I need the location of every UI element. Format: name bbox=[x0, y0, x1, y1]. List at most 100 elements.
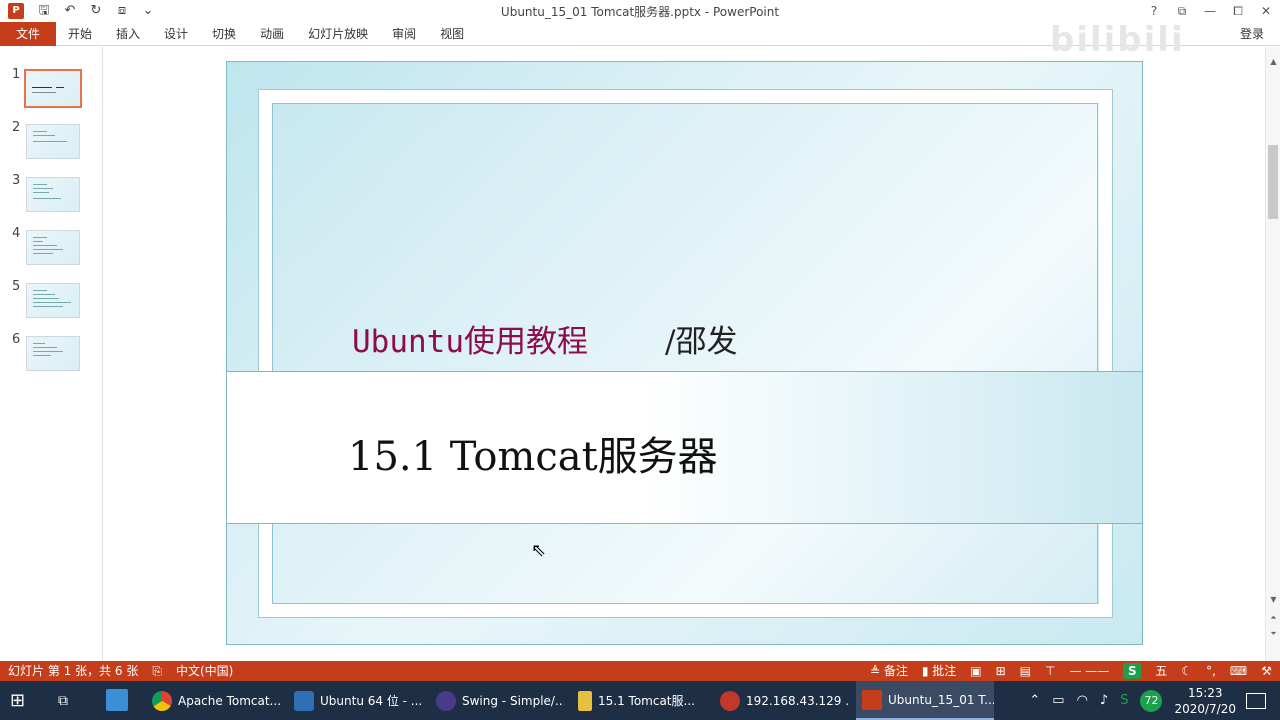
taskbar-item-chrome[interactable]: Apache Tomcat... bbox=[146, 681, 280, 720]
language-indicator[interactable]: 中文(中国) bbox=[176, 661, 233, 681]
taskbar-item-label: 192.168.43.129 ... bbox=[746, 693, 848, 708]
zoom-slider[interactable]: — —— bbox=[1069, 661, 1109, 681]
tab-insert[interactable]: 插入 bbox=[104, 22, 152, 46]
chrome-icon bbox=[152, 690, 172, 711]
settings-wrench-icon[interactable]: ⚒ bbox=[1261, 661, 1272, 681]
slide-thumbnail[interactable]: 5 bbox=[0, 279, 103, 319]
slide-thumbnail-preview[interactable] bbox=[24, 69, 82, 108]
slide-author[interactable]: /邵发 bbox=[665, 316, 737, 361]
powerpoint-taskbar-icon bbox=[862, 689, 882, 710]
slide-sorter-icon[interactable]: ⊞ bbox=[996, 661, 1006, 681]
slide-thumbnail-preview[interactable] bbox=[26, 177, 80, 212]
slide-thumbnail-preview[interactable] bbox=[26, 124, 80, 159]
wifi-icon[interactable]: ◠ bbox=[1077, 693, 1088, 708]
tab-view[interactable]: 视图 bbox=[428, 22, 476, 46]
notes-button[interactable]: ≜ 备注 bbox=[870, 661, 908, 681]
tab-review[interactable]: 审阅 bbox=[380, 22, 428, 46]
status-bar: 幻灯片 第 1 张，共 6 张 ⎘ 中文(中国) ≜ 备注 ▮ 批注 ▣ ⊞ ▤… bbox=[0, 661, 1280, 681]
slide-title[interactable]: 15.1 Tomcat服务器 bbox=[348, 424, 718, 482]
taskbar-item-label: Ubuntu 64 位 - ... bbox=[320, 694, 422, 708]
taskbar-item-eclipse[interactable]: Swing - Simple/... bbox=[430, 681, 564, 720]
tab-home[interactable]: 开始 bbox=[56, 22, 104, 46]
taskbar-item-label: Ubuntu_15_01 T... bbox=[888, 692, 994, 707]
spellcheck-icon[interactable]: ⎘ bbox=[152, 661, 162, 681]
tray-badge[interactable]: 72 bbox=[1140, 689, 1163, 712]
tray-expand-icon[interactable]: ⌃ bbox=[1029, 693, 1040, 708]
scrollbar-thumb[interactable] bbox=[1268, 145, 1278, 219]
comments-button[interactable]: ▮ 批注 bbox=[922, 661, 956, 681]
reading-view-icon[interactable]: ▤ bbox=[1020, 661, 1031, 681]
slideshow-view-icon[interactable]: ⊤ bbox=[1045, 661, 1055, 681]
ime-badge[interactable]: S bbox=[1123, 663, 1142, 679]
slide-number: 1 bbox=[12, 67, 21, 82]
task-view-icon[interactable]: ⧉ bbox=[58, 691, 78, 711]
clock-date: 2020/7/20 bbox=[1174, 701, 1236, 716]
help-icon[interactable]: ? bbox=[1140, 0, 1168, 22]
battery-icon[interactable]: ▭ bbox=[1052, 693, 1064, 708]
taskbar-item-remote[interactable]: 192.168.43.129 ... bbox=[714, 681, 848, 720]
clock-time: 15:23 bbox=[1187, 685, 1223, 700]
scroll-up-icon[interactable]: ▲ bbox=[1266, 57, 1280, 66]
ime-mode[interactable]: 五 bbox=[1155, 661, 1167, 681]
minimize-icon[interactable]: — bbox=[1196, 0, 1224, 22]
previous-slide-icon[interactable]: ⏶ bbox=[1266, 613, 1280, 623]
comments-label: 批注 bbox=[932, 664, 957, 678]
normal-view-icon[interactable]: ▣ bbox=[970, 661, 981, 681]
slide-thumbnail[interactable]: 3 bbox=[0, 173, 103, 213]
slide-number: 4 bbox=[12, 226, 21, 241]
slide-thumbnail[interactable]: 6 bbox=[0, 332, 103, 372]
punctuation-icon[interactable]: °, bbox=[1206, 661, 1216, 681]
vertical-scrollbar[interactable]: ▲ ▼ ⏶ ⏷ bbox=[1265, 47, 1280, 661]
slide-thumbnail[interactable]: 2 bbox=[0, 120, 103, 160]
notes-label: 备注 bbox=[883, 664, 908, 678]
slide-subtitle[interactable]: Ubuntu使用教程 bbox=[352, 316, 588, 361]
remote-session-icon bbox=[720, 690, 740, 711]
slide-thumbnails-panel: 1 2 3 4 5 6 bbox=[0, 47, 103, 661]
eclipse-icon bbox=[436, 690, 456, 711]
ribbon-display-icon[interactable]: ⧉ bbox=[1168, 0, 1196, 22]
slide-number: 5 bbox=[12, 279, 21, 294]
slide-thumbnail-preview[interactable] bbox=[26, 336, 80, 371]
tab-file[interactable]: 文件 bbox=[0, 22, 56, 46]
taskbar: ⊞ ⧉ Apache Tomcat... Ubuntu 64 位 - ... S… bbox=[0, 681, 1280, 720]
bilibili-watermark-icon: bilibili bbox=[1050, 20, 1185, 60]
vmware-icon bbox=[294, 690, 314, 711]
taskbar-item-powerpoint[interactable]: Ubuntu_15_01 T... bbox=[856, 681, 994, 720]
title-bar: P 🖫 ↶ ↻ ⧈ ⌄ Ubuntu_15_01 Tomcat服务器.pptx … bbox=[0, 0, 1280, 22]
tab-design[interactable]: 设计 bbox=[152, 22, 200, 46]
moon-icon[interactable]: ☾ bbox=[1181, 661, 1192, 681]
restore-icon[interactable]: ⧠ bbox=[1224, 0, 1252, 22]
slide-thumbnail-preview[interactable] bbox=[26, 283, 80, 318]
slide-position-info: 幻灯片 第 1 张，共 6 张 bbox=[8, 664, 139, 678]
window-controls: ? ⧉ — ⧠ ✕ bbox=[1140, 0, 1280, 22]
notification-icon[interactable] bbox=[1246, 692, 1266, 709]
slide-number: 3 bbox=[12, 173, 21, 188]
slide-number: 6 bbox=[12, 332, 21, 347]
taskbar-item-folder[interactable]: 15.1 Tomcat服... bbox=[572, 681, 706, 720]
system-tray: ⌃ ▭ ◠ ♪ S 72 15:23 2020/7/20 bbox=[1023, 681, 1280, 720]
slide-canvas[interactable]: Ubuntu使用教程 /邵发 15.1 Tomcat服务器 bbox=[226, 61, 1143, 645]
taskbar-item-label: Swing - Simple/... bbox=[462, 693, 564, 708]
slide-thumbnail[interactable]: 4 bbox=[0, 226, 103, 266]
tab-slideshow[interactable]: 幻灯片放映 bbox=[296, 22, 380, 46]
taskbar-item-vmware[interactable]: Ubuntu 64 位 - ... bbox=[288, 681, 422, 720]
volume-icon[interactable]: ♪ bbox=[1100, 693, 1108, 708]
folder-icon bbox=[578, 690, 592, 711]
taskbar-item-label: Apache Tomcat... bbox=[178, 693, 280, 708]
slide-thumbnail[interactable]: 1 bbox=[0, 67, 103, 108]
mouse-cursor-icon: ⇖ bbox=[531, 540, 547, 561]
keyboard-icon[interactable]: ⌨ bbox=[1230, 661, 1247, 681]
windows-start-icon[interactable]: ⊞ bbox=[10, 691, 30, 711]
window-title: Ubuntu_15_01 Tomcat服务器.pptx - PowerPoint bbox=[500, 5, 780, 19]
tab-transitions[interactable]: 切换 bbox=[200, 22, 248, 46]
close-icon[interactable]: ✕ bbox=[1252, 0, 1280, 22]
taskbar-item-label: 15.1 Tomcat服... bbox=[598, 694, 695, 708]
scroll-down-icon[interactable]: ▼ bbox=[1266, 595, 1280, 604]
clock[interactable]: 15:23 2020/7/20 bbox=[1174, 685, 1236, 717]
tab-animations[interactable]: 动画 bbox=[248, 22, 296, 46]
slide-thumbnail-preview[interactable] bbox=[26, 230, 80, 265]
sogou-ime-icon[interactable]: S bbox=[1120, 693, 1128, 708]
next-slide-icon[interactable]: ⏷ bbox=[1266, 629, 1280, 639]
slide-number: 2 bbox=[12, 120, 21, 135]
file-explorer-icon[interactable] bbox=[106, 689, 128, 711]
